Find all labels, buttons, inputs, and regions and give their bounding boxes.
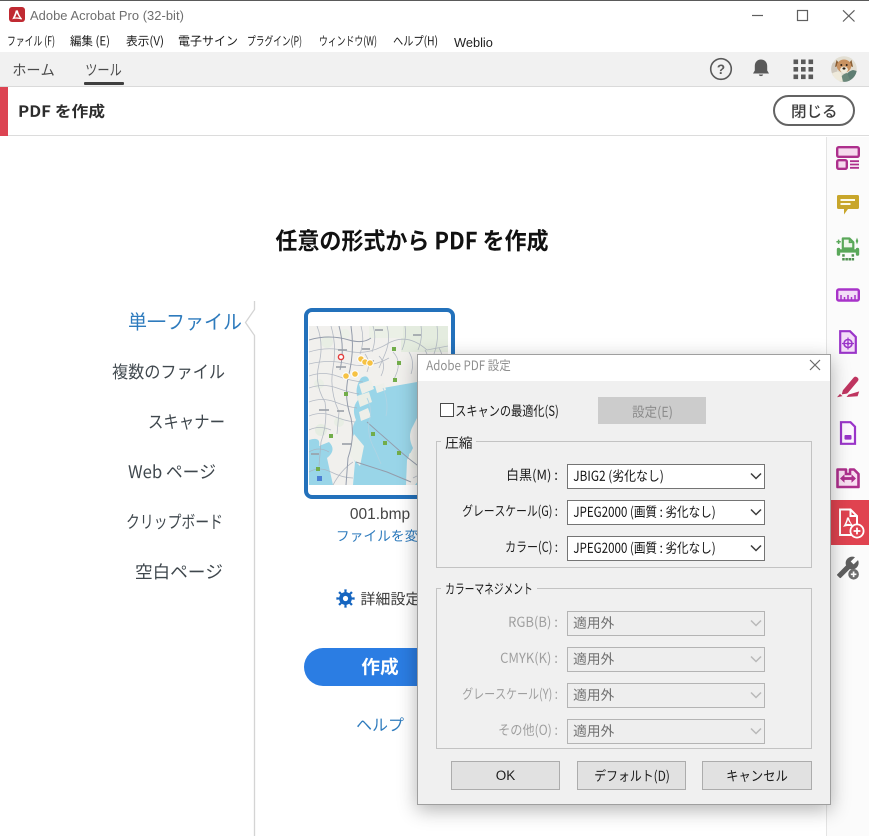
svg-text:?: ?: [717, 62, 725, 77]
